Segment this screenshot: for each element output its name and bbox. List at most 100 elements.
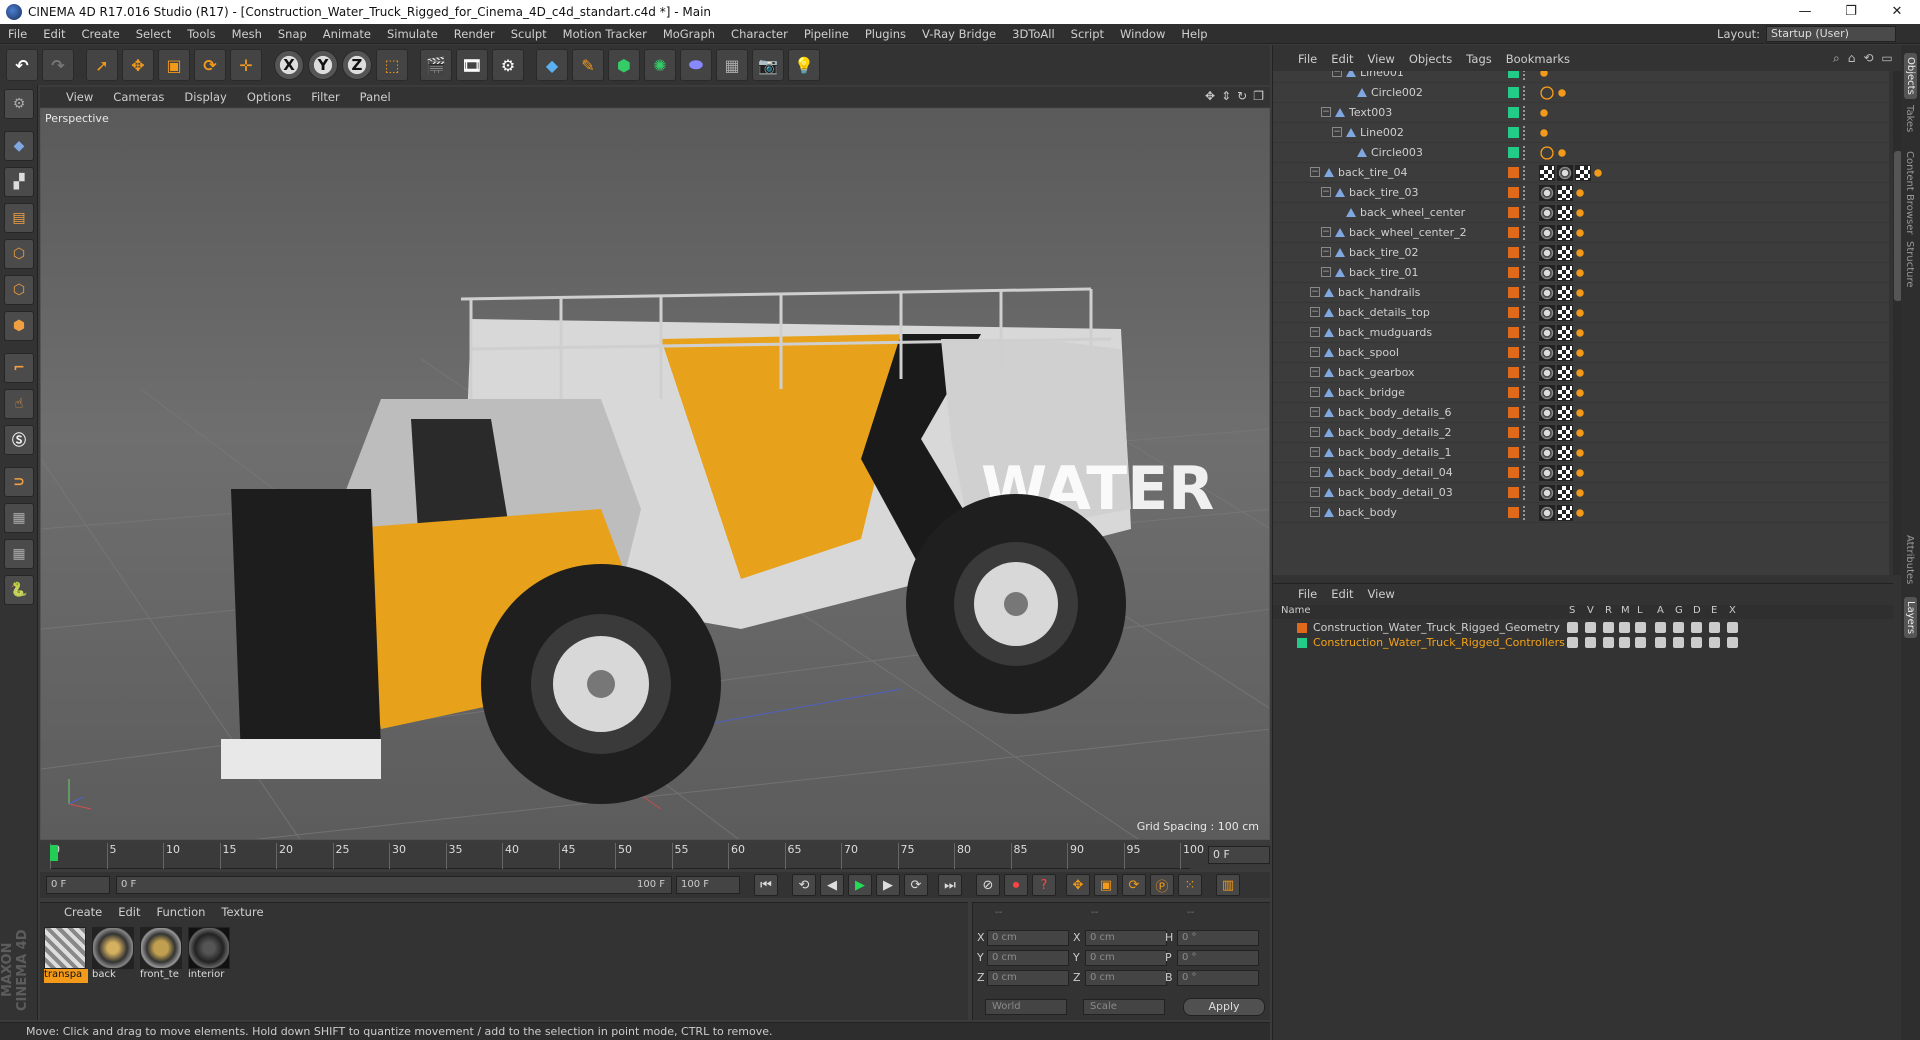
go-to-end-icon[interactable]: ⏭ bbox=[938, 874, 962, 896]
expand-toggle-icon[interactable]: − bbox=[1321, 267, 1331, 277]
workplane-mode-icon[interactable]: ▤ bbox=[4, 203, 34, 233]
constraint-tag-icon[interactable] bbox=[1575, 268, 1585, 278]
constraint-tag-icon[interactable] bbox=[1539, 128, 1549, 138]
texture-tag-icon[interactable] bbox=[1557, 505, 1573, 521]
side-tab-attributes[interactable]: Attributes bbox=[1904, 535, 1915, 584]
layer-column-x[interactable]: X bbox=[1729, 605, 1736, 616]
material-tag-icon[interactable] bbox=[1539, 365, 1555, 381]
visibility-dots-icon[interactable] bbox=[1523, 206, 1527, 220]
material-tag-icon[interactable] bbox=[1557, 165, 1573, 181]
layer-color-swatch[interactable] bbox=[1508, 367, 1519, 378]
current-frame-input[interactable]: 0 F bbox=[46, 876, 110, 894]
constraint-tag-icon[interactable] bbox=[1575, 188, 1585, 198]
layer-flag-icon[interactable] bbox=[1691, 622, 1702, 633]
next-frame-icon[interactable]: ▶ bbox=[876, 874, 900, 896]
object-row[interactable]: − back_body_details_2 bbox=[1273, 423, 1889, 443]
constraint-tag-icon[interactable] bbox=[1575, 428, 1585, 438]
visibility-dots-icon[interactable] bbox=[1523, 426, 1527, 440]
side-tab-takes[interactable]: Takes bbox=[1904, 105, 1915, 132]
object-row[interactable]: − back_body_detail_04 bbox=[1273, 463, 1889, 483]
object-row[interactable]: − back_bridge bbox=[1273, 383, 1889, 403]
expand-toggle-icon[interactable]: − bbox=[1321, 227, 1331, 237]
pen-spline-icon[interactable]: ✎ bbox=[572, 49, 604, 81]
object-row[interactable]: − back_gearbox bbox=[1273, 363, 1889, 383]
play-icon[interactable]: ▶ bbox=[848, 874, 872, 896]
timeline-window-icon[interactable]: ▥ bbox=[1216, 874, 1240, 896]
menu-character[interactable]: Character bbox=[723, 24, 796, 44]
edges-mode-icon[interactable]: ⬡ bbox=[4, 275, 34, 305]
layer-flag-icon[interactable] bbox=[1619, 637, 1630, 648]
disabled-tag-icon[interactable] bbox=[1539, 85, 1555, 101]
make-editable-icon[interactable]: ⚙ bbox=[4, 89, 34, 119]
coord-value-field[interactable]: 0 cm bbox=[987, 950, 1069, 966]
texture-mode-icon[interactable]: ▞ bbox=[4, 167, 34, 197]
timeline[interactable]: 0510152025303540455055606570758085909510… bbox=[40, 843, 1270, 869]
material-back[interactable]: back bbox=[92, 927, 136, 985]
max-frame-input[interactable]: 100 F bbox=[676, 876, 740, 894]
object-row[interactable]: − Line001 bbox=[1273, 71, 1889, 83]
layer-flag-icon[interactable] bbox=[1635, 637, 1646, 648]
viewport-menu-display[interactable]: Display bbox=[174, 90, 236, 104]
constraint-tag-icon[interactable] bbox=[1575, 288, 1585, 298]
object-row[interactable]: − Text003 bbox=[1273, 103, 1889, 123]
object-menu-bookmarks[interactable]: Bookmarks bbox=[1499, 52, 1577, 66]
layer-column-l[interactable]: L bbox=[1637, 605, 1643, 616]
menu-pipeline[interactable]: Pipeline bbox=[796, 24, 857, 44]
expand-toggle-icon[interactable]: − bbox=[1310, 307, 1320, 317]
menu-render[interactable]: Render bbox=[446, 24, 503, 44]
layer-color-swatch[interactable] bbox=[1508, 447, 1519, 458]
layer-color-swatch[interactable] bbox=[1508, 147, 1519, 158]
texture-tag-icon[interactable] bbox=[1557, 225, 1573, 241]
current-frame-field[interactable]: 0 F bbox=[1208, 846, 1270, 864]
menu-snap[interactable]: Snap bbox=[270, 24, 315, 44]
texture-tag-icon[interactable] bbox=[1557, 385, 1573, 401]
layer-color-swatch[interactable] bbox=[1508, 207, 1519, 218]
object-row[interactable]: − back_wheel_center_2 bbox=[1273, 223, 1889, 243]
material-menu-edit[interactable]: Edit bbox=[110, 905, 148, 919]
material-tag-icon[interactable] bbox=[1539, 225, 1555, 241]
viewport-menu-filter[interactable]: Filter bbox=[301, 90, 349, 104]
menu-script[interactable]: Script bbox=[1063, 24, 1112, 44]
constraint-tag-icon[interactable] bbox=[1575, 408, 1585, 418]
layer-color-swatch[interactable] bbox=[1508, 87, 1519, 98]
object-row[interactable]: − back_spool bbox=[1273, 343, 1889, 363]
material-tag-icon[interactable] bbox=[1539, 185, 1555, 201]
texture-tag-icon[interactable] bbox=[1557, 345, 1573, 361]
material-menu-texture[interactable]: Texture bbox=[213, 905, 271, 919]
layer-flag-icon[interactable] bbox=[1655, 622, 1666, 633]
visibility-dots-icon[interactable] bbox=[1523, 126, 1527, 140]
next-key-icon[interactable]: ⟳ bbox=[904, 874, 928, 896]
viewport-menu-cameras[interactable]: Cameras bbox=[103, 90, 174, 104]
expand-toggle-icon[interactable]: − bbox=[1310, 287, 1320, 297]
material-tag-icon[interactable] bbox=[1539, 325, 1555, 341]
menu-simulate[interactable]: Simulate bbox=[379, 24, 446, 44]
side-tab-objects[interactable]: Objects bbox=[1904, 53, 1917, 99]
menu-file[interactable]: File bbox=[0, 24, 35, 44]
visibility-dots-icon[interactable] bbox=[1523, 346, 1527, 360]
object-row[interactable]: − back_mudguards bbox=[1273, 323, 1889, 343]
object-row[interactable]: − back_body_details_1 bbox=[1273, 443, 1889, 463]
key-pla-icon[interactable]: ⁙ bbox=[1178, 874, 1202, 896]
magnet-icon[interactable]: ⊃ bbox=[4, 467, 34, 497]
constraint-tag-icon[interactable] bbox=[1557, 88, 1567, 98]
move-tool-icon[interactable]: ✥ bbox=[122, 49, 154, 81]
side-tab-content-browser[interactable]: Content Browser bbox=[1904, 151, 1915, 234]
menu-edit[interactable]: Edit bbox=[35, 24, 73, 44]
layer-row[interactable]: Construction_Water_Truck_Rigged_Controll… bbox=[1273, 636, 1893, 650]
layer-menu-edit[interactable]: Edit bbox=[1324, 587, 1360, 601]
constraint-tag-icon[interactable] bbox=[1575, 228, 1585, 238]
layer-flag-icon[interactable] bbox=[1691, 637, 1702, 648]
material-tag-icon[interactable] bbox=[1539, 505, 1555, 521]
visibility-dots-icon[interactable] bbox=[1523, 186, 1527, 200]
layer-color-swatch[interactable] bbox=[1508, 347, 1519, 358]
layer-flag-icon[interactable] bbox=[1619, 622, 1630, 633]
constraint-tag-icon[interactable] bbox=[1575, 508, 1585, 518]
disabled-tag-icon[interactable] bbox=[1539, 145, 1555, 161]
material-tag-icon[interactable] bbox=[1539, 345, 1555, 361]
constraint-tag-icon[interactable] bbox=[1575, 248, 1585, 258]
coordinate-space-select[interactable]: World bbox=[985, 999, 1067, 1015]
material-tag-icon[interactable] bbox=[1539, 385, 1555, 401]
menu-select[interactable]: Select bbox=[128, 24, 179, 44]
expand-toggle-icon[interactable]: − bbox=[1310, 367, 1320, 377]
texture-tag-icon[interactable] bbox=[1557, 445, 1573, 461]
